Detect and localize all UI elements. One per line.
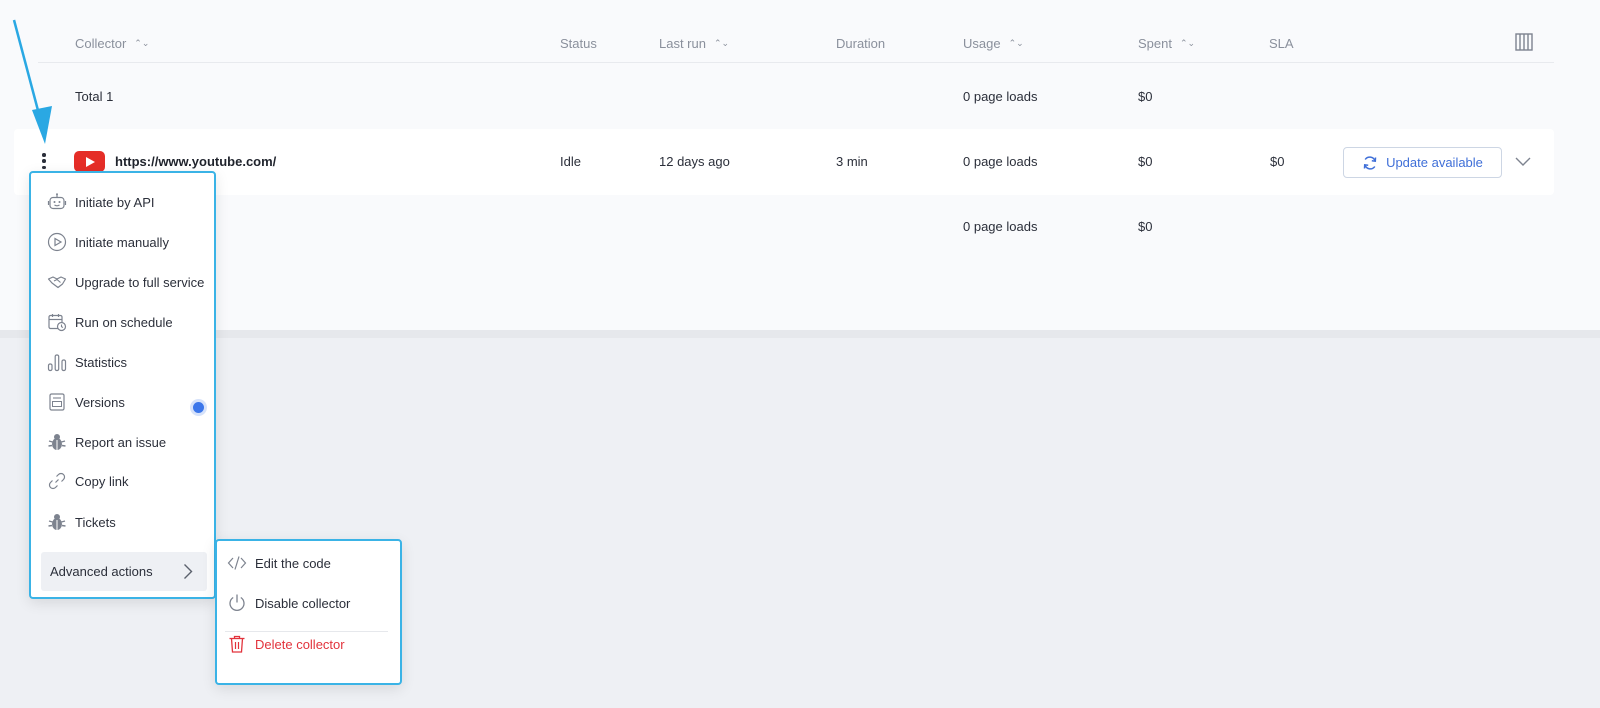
submenu-item-label: Edit the code bbox=[255, 555, 331, 571]
menu-item-advanced-actions[interactable]: Advanced actions bbox=[41, 552, 207, 591]
play-circle-icon bbox=[47, 232, 67, 252]
menu-item-initiate-by-api[interactable]: Initiate by API bbox=[47, 190, 155, 214]
header-divider bbox=[38, 62, 1554, 63]
row-last-run: 12 days ago bbox=[659, 154, 730, 169]
row-spent: $0 bbox=[1138, 154, 1153, 169]
menu-item-label: Statistics bbox=[75, 354, 128, 370]
menu-item-label: Initiate manually bbox=[75, 234, 169, 250]
summary-spent: $0 bbox=[1138, 219, 1153, 234]
more-actions-icon[interactable] bbox=[42, 153, 46, 169]
total-usage: 0 page loads bbox=[963, 89, 1038, 104]
menu-item-initiate-manually[interactable]: Initiate manually bbox=[47, 230, 169, 254]
row-usage: 0 page loads bbox=[963, 154, 1038, 169]
handshake-icon bbox=[47, 276, 67, 289]
calendar-clock-icon bbox=[48, 314, 67, 332]
update-available-button[interactable]: Update available bbox=[1343, 147, 1502, 178]
bug-icon bbox=[48, 434, 66, 450]
menu-item-report-issue[interactable]: Report an issue bbox=[47, 430, 166, 454]
menu-item-label: Upgrade to full service bbox=[75, 274, 205, 290]
header-sla: SLA bbox=[1269, 36, 1294, 51]
advanced-actions-submenu: Edit the code Disable collector Delete c… bbox=[215, 539, 402, 685]
versions-badge-dot bbox=[190, 399, 207, 416]
submenu-item-disable[interactable]: Disable collector bbox=[227, 591, 350, 615]
bug-icon bbox=[48, 514, 66, 530]
submenu-item-label: Disable collector bbox=[255, 595, 351, 611]
header-last-run[interactable]: Last run ⌃⌄ bbox=[659, 36, 729, 51]
advanced-actions-label: Advanced actions bbox=[50, 564, 153, 579]
row-status: Idle bbox=[560, 154, 581, 169]
menu-item-label: Tickets bbox=[75, 514, 116, 530]
submenu-item-edit-code[interactable]: Edit the code bbox=[227, 551, 331, 575]
header-sla-label: SLA bbox=[1269, 36, 1294, 51]
menu-item-label: Copy link bbox=[75, 473, 129, 489]
file-version-icon bbox=[49, 393, 65, 411]
code-icon bbox=[227, 556, 247, 570]
row-sla: $0 bbox=[1270, 154, 1285, 169]
columns-icon[interactable] bbox=[1515, 33, 1533, 51]
sort-icon[interactable]: ⌃⌄ bbox=[714, 39, 729, 48]
header-spent[interactable]: Spent ⌃⌄ bbox=[1138, 36, 1195, 51]
robot-icon bbox=[47, 193, 67, 210]
menu-item-label: Run on schedule bbox=[75, 314, 173, 330]
sort-icon[interactable]: ⌃⌄ bbox=[134, 39, 149, 48]
collector-url[interactable]: https://www.youtube.com/ bbox=[115, 154, 276, 169]
actions-menu: Initiate by API Initiate manually Upgrad… bbox=[29, 171, 216, 599]
menu-item-run-on-schedule[interactable]: Run on schedule bbox=[47, 310, 173, 334]
menu-item-upgrade[interactable]: Upgrade to full service bbox=[47, 270, 204, 294]
menu-item-label: Report an issue bbox=[75, 434, 167, 450]
row-duration: 3 min bbox=[836, 154, 868, 169]
trash-icon bbox=[229, 635, 245, 653]
sort-icon[interactable]: ⌃⌄ bbox=[1009, 39, 1024, 48]
menu-item-label: Initiate by API bbox=[75, 194, 155, 210]
header-duration: Duration bbox=[836, 36, 885, 51]
header-last-run-label: Last run bbox=[659, 36, 706, 51]
submenu-item-delete[interactable]: Delete collector bbox=[227, 632, 345, 656]
summary-usage: 0 page loads bbox=[963, 219, 1038, 234]
update-available-label: Update available bbox=[1386, 155, 1483, 170]
chevron-right-icon bbox=[184, 564, 193, 579]
menu-item-label: Versions bbox=[75, 394, 125, 410]
header-status: Status bbox=[560, 36, 597, 51]
menu-item-tickets[interactable]: Tickets bbox=[47, 510, 116, 534]
refresh-icon bbox=[1363, 155, 1377, 170]
header-status-label: Status bbox=[560, 36, 597, 51]
header-usage-label: Usage bbox=[963, 36, 1001, 51]
chevron-down-icon[interactable] bbox=[1515, 154, 1531, 168]
youtube-icon bbox=[74, 151, 105, 172]
bar-chart-icon bbox=[47, 354, 67, 372]
header-spent-label: Spent bbox=[1138, 36, 1172, 51]
total-spent: $0 bbox=[1138, 89, 1153, 104]
annotation-arrow-icon bbox=[12, 19, 52, 144]
menu-item-versions[interactable]: Versions bbox=[47, 390, 125, 414]
submenu-item-label: Delete collector bbox=[255, 636, 345, 652]
header-collector[interactable]: Collector ⌃⌄ bbox=[75, 36, 149, 51]
header-collector-label: Collector bbox=[75, 36, 127, 51]
header-usage[interactable]: Usage ⌃⌄ bbox=[963, 36, 1024, 51]
header-duration-label: Duration bbox=[836, 36, 886, 51]
total-label: Total 1 bbox=[75, 89, 114, 104]
power-icon bbox=[229, 594, 245, 611]
menu-item-statistics[interactable]: Statistics bbox=[47, 350, 127, 374]
menu-item-copy-link[interactable]: Copy link bbox=[47, 469, 128, 493]
sort-icon[interactable]: ⌃⌄ bbox=[1180, 39, 1195, 48]
link-icon bbox=[48, 472, 66, 490]
